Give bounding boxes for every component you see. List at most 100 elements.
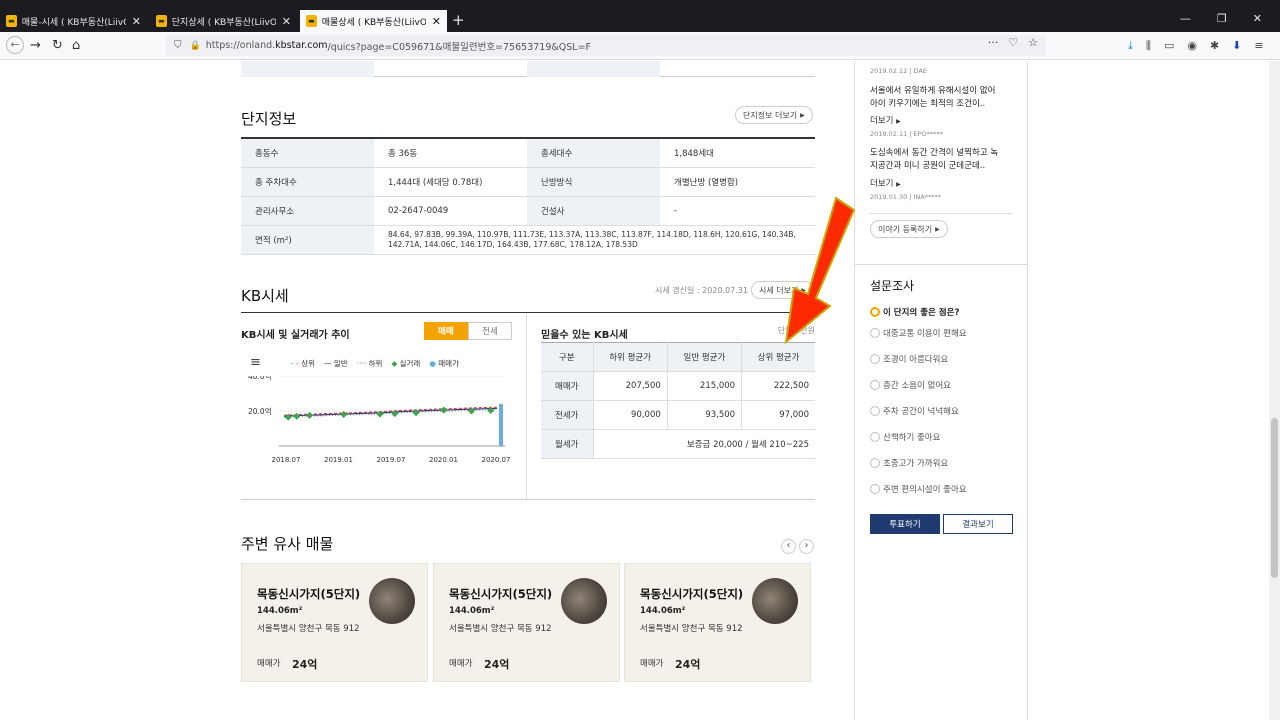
pocket-icon[interactable]: ♡	[1008, 36, 1018, 49]
register-story-button[interactable]: 이야기 등록하기 ▶	[870, 220, 948, 238]
radio-icon[interactable]	[870, 458, 880, 468]
radio-icon[interactable]	[870, 328, 880, 338]
y-tick-label: 40.0억	[248, 376, 272, 381]
forward-icon[interactable]: →	[30, 38, 41, 53]
listing-name: 목동신시가지(5단지)	[640, 587, 744, 601]
option-label: 초중고가 가까워요	[883, 459, 949, 469]
url-prefix: https://onland.	[205, 40, 276, 51]
table-cell: 90,000	[592, 400, 668, 430]
back-icon[interactable]: ←	[6, 36, 24, 54]
table-row: 총 주차대수 1,444대 (세대당 0.78대) 난방방식 개별난방 (열병합…	[241, 167, 815, 197]
story-more-link[interactable]: 더보기 ▶	[870, 177, 901, 189]
prev-arrow-button[interactable]: ‹	[781, 539, 796, 554]
close-tab-icon[interactable]: ✕	[132, 15, 141, 28]
url-path: /quics?page=C059671&매물일련번호=75653719&QSL=…	[327, 41, 592, 53]
tab-listing-price[interactable]: ▬ 매물-시세 ( KB부동산(LiivON) | ✕	[0, 10, 147, 32]
caret-right-icon: ▶	[896, 181, 901, 188]
legend-actual[interactable]: ◆ 실거래	[391, 358, 420, 369]
survey-option[interactable]: 조경이 아름다워요	[870, 353, 948, 365]
story-more-link[interactable]: 더보기 ▶	[870, 114, 901, 126]
result-button[interactable]: 결과보기	[943, 514, 1013, 534]
similar-listing-card[interactable]: 목동신시가지(5단지) 144.06m² 서울특별시 양천구 목동 912 매매…	[241, 563, 428, 682]
extension-arrow-icon[interactable]: ⬇	[1232, 39, 1241, 53]
table-header-row: 구분 하위 평균가 일반 평균가 상위 평균가	[541, 342, 815, 372]
reload-icon[interactable]: ↻	[52, 38, 63, 53]
tab-title: 매물-시세 ( KB부동산(LiivON) |	[21, 17, 126, 28]
radio-icon[interactable]	[870, 484, 880, 494]
sale-toggle-button[interactable]: 매매	[424, 322, 468, 340]
home-icon[interactable]: ⌂	[72, 38, 80, 53]
column-header: 상위 평균가	[741, 342, 815, 372]
table-cell: 보증금 20,000 / 월세 210~225	[592, 429, 815, 459]
price-trend-chart: 40.0억 20.0억 2018.07 2019.01 2019.07 2020.01 20…	[248, 376, 510, 464]
new-tab-icon[interactable]: +	[452, 11, 465, 29]
actual-trade-point	[440, 406, 448, 414]
legend-listing[interactable]: ● 매매가	[429, 358, 459, 369]
scrollbar-thumb[interactable]	[1271, 418, 1278, 578]
listing-name: 목동신시가지(5단지)	[257, 587, 361, 601]
similar-listing-card[interactable]: 목동신시가지(5단지) 144.06m² 서울특별시 양천구 목동 912 매매…	[624, 563, 811, 682]
listing-name: 목동신시가지(5단지)	[449, 587, 553, 601]
survey-option[interactable]: 층간 소음이 없어요	[870, 379, 951, 391]
section-divider	[241, 499, 815, 500]
legend-lower[interactable]: ···· 하위	[357, 358, 383, 369]
complex-info-more-button[interactable]: 단지정보 더보기 ▶	[735, 106, 813, 124]
page-actions-icon[interactable]: ···	[988, 36, 999, 49]
story-text[interactable]: 도심속에서 동간 간격이 널찍하고 녹 지공간과 미니 공원이 군데군데..	[870, 147, 998, 173]
close-tab-icon[interactable]: ✕	[282, 15, 291, 28]
legend-label: 상위	[301, 359, 315, 368]
table-row: 매매가 207,500 215,000 222,500	[541, 371, 815, 401]
actual-trade-point	[340, 411, 348, 418]
listing-price: 24억	[292, 658, 318, 671]
survey-option[interactable]: 대중교통 이용이 편해요	[870, 327, 967, 339]
caret-right-icon: ▶	[800, 111, 805, 119]
price-table-title: 믿을수 있는 KB시세	[541, 330, 628, 341]
caret-right-icon: ▶	[896, 118, 901, 125]
table-cell: 02-2647-0049	[374, 196, 527, 226]
divider	[855, 264, 1027, 265]
restore-icon[interactable]: ❐	[1217, 12, 1227, 25]
table-header-cell: 건설사	[527, 196, 660, 226]
table-cell: 207,500	[592, 371, 668, 401]
navigation-toolbar: ← → ↻ ⌂ ⛉ 🔒 https://onland. kbstar.com/qu…	[0, 32, 1280, 60]
survey-option[interactable]: 산책하기 좋아요	[870, 431, 940, 443]
minimize-icon[interactable]: —	[1180, 12, 1191, 25]
page-scrollbar[interactable]	[1269, 61, 1280, 720]
legend-normal[interactable]: — 일반	[324, 358, 348, 369]
chart-menu-icon[interactable]: ≡	[250, 355, 261, 370]
account-icon[interactable]: ◉	[1187, 39, 1197, 53]
radio-icon[interactable]	[870, 354, 880, 364]
sidebar-icon[interactable]: ▭	[1164, 39, 1174, 53]
survey-option[interactable]: 초중고가 가까워요	[870, 457, 948, 469]
similar-listing-card[interactable]: 목동신시가지(5단지) 144.06m² 서울특별시 양천구 목동 912 매매…	[433, 563, 620, 682]
red-annotation-arrow-icon	[784, 196, 856, 345]
extension-icon[interactable]: ✱	[1210, 39, 1219, 53]
series-line-1	[283, 407, 498, 417]
legend-upper[interactable]: - - 상위	[291, 358, 315, 369]
listing-area: 144.06m²	[257, 606, 303, 616]
jeonse-toggle-button[interactable]: 전세	[468, 322, 512, 340]
radio-icon[interactable]	[870, 432, 880, 442]
more-label: 더보기	[870, 116, 894, 126]
vote-button[interactable]: 투표하기	[870, 514, 940, 534]
table-cell: 개별난방 (열병합)	[660, 167, 815, 197]
library-icon[interactable]: ⫼	[1146, 39, 1151, 53]
legend-label: 일반	[333, 359, 348, 368]
tab-listing-detail[interactable]: ▬ 매물상세 ( KB부동산(LiivON) | ✕	[300, 10, 447, 32]
close-window-icon[interactable]: ✕	[1253, 12, 1262, 25]
survey-option[interactable]: 주변 편의시설이 좋아요	[870, 483, 967, 495]
tab-complex-detail[interactable]: ▬ 단지상세 ( KB부동산(LiivON) | ✕	[150, 10, 297, 32]
tab-title: 매물상세 ( KB부동산(LiivON) |	[321, 17, 426, 28]
area-list-cell: 84.64, 97.83B, 99.39A, 110.97B, 111.73E,…	[374, 225, 815, 255]
radio-icon[interactable]	[870, 380, 880, 390]
survey-option[interactable]: 주차 공간이 넉넉해요	[870, 405, 959, 417]
address-bar[interactable]: ⛉ 🔒 https://onland. kbstar.com/quics?page…	[166, 35, 1046, 56]
menu-icon[interactable]: ≡	[1254, 39, 1263, 53]
table-cell: 93,500	[666, 400, 742, 430]
next-arrow-button[interactable]: ›	[799, 539, 814, 554]
close-tab-icon[interactable]: ✕	[432, 15, 441, 28]
download-icon[interactable]: ⤓	[1128, 39, 1133, 53]
story-text[interactable]: 서울에서 유일하게 유해시설이 없어 아이 키우기에는 최적의 조건이..	[870, 85, 995, 111]
radio-icon[interactable]	[870, 406, 880, 416]
bookmark-star-icon[interactable]: ☆	[1028, 36, 1038, 49]
